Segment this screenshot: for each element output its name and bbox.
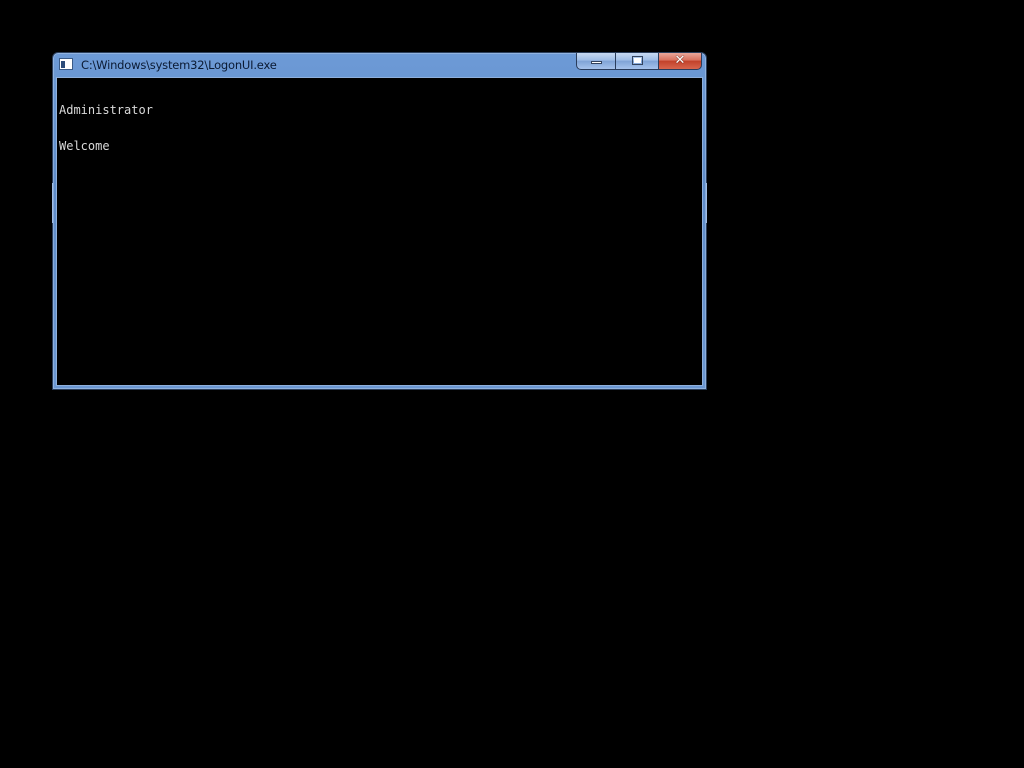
- maximize-button[interactable]: [616, 53, 659, 70]
- desktop: C:\Windows\system32\LogonUI.exe ✕ Admini…: [0, 0, 1024, 768]
- console-output-area[interactable]: Administrator Welcome: [56, 77, 703, 386]
- left-resize-handle[interactable]: [52, 183, 53, 223]
- close-button[interactable]: ✕: [659, 53, 702, 70]
- maximize-icon: [632, 56, 643, 65]
- minimize-button[interactable]: [576, 53, 616, 70]
- window-title: C:\Windows\system32\LogonUI.exe: [81, 58, 277, 72]
- console-line-user: Administrator: [59, 103, 153, 117]
- console-text: Administrator Welcome: [59, 80, 153, 176]
- right-resize-handle[interactable]: [706, 183, 707, 223]
- minimize-icon: [591, 61, 602, 64]
- close-icon: ✕: [674, 53, 686, 68]
- console-window[interactable]: C:\Windows\system32\LogonUI.exe ✕ Admini…: [52, 52, 707, 390]
- caption-buttons: ✕: [576, 53, 702, 71]
- console-window-icon[interactable]: [59, 58, 73, 70]
- title-bar[interactable]: C:\Windows\system32\LogonUI.exe ✕: [53, 53, 706, 77]
- console-line-welcome: Welcome: [59, 139, 110, 153]
